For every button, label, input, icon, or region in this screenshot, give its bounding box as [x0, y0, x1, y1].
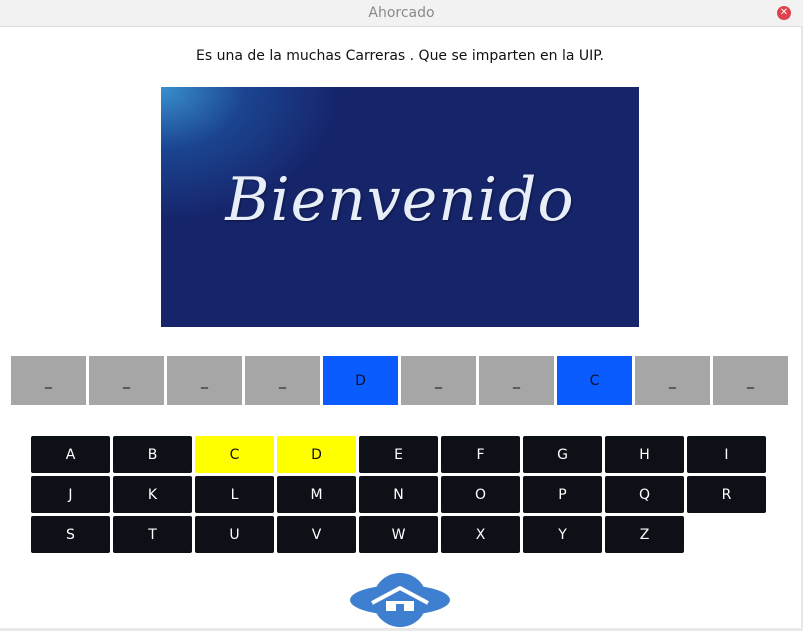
key-o[interactable]: O — [441, 476, 520, 513]
key-y[interactable]: Y — [523, 516, 602, 553]
key-g[interactable]: G — [523, 436, 602, 473]
key-c[interactable]: C — [195, 436, 274, 473]
banner-text: Bienvenido — [225, 165, 575, 235]
word-slot: D — [323, 356, 398, 405]
title-bar: Ahorcado ✕ — [0, 0, 803, 27]
key-z[interactable]: Z — [605, 516, 684, 553]
key-r[interactable]: R — [687, 476, 766, 513]
word-slot: _ — [11, 356, 86, 405]
word-slot: _ — [167, 356, 242, 405]
word-slot: _ — [635, 356, 710, 405]
key-v[interactable]: V — [277, 516, 356, 553]
key-n[interactable]: N — [359, 476, 438, 513]
window-title: Ahorcado — [368, 5, 435, 21]
key-q[interactable]: Q — [605, 476, 684, 513]
key-f[interactable]: F — [441, 436, 520, 473]
key-k[interactable]: K — [113, 476, 192, 513]
key-t[interactable]: T — [113, 516, 192, 553]
word-slot: C — [557, 356, 632, 405]
key-h[interactable]: H — [605, 436, 684, 473]
welcome-banner: Bienvenido — [161, 87, 639, 327]
word-slot: _ — [479, 356, 554, 405]
word-slot: _ — [401, 356, 476, 405]
key-d[interactable]: D — [277, 436, 356, 473]
word-slot: _ — [89, 356, 164, 405]
word-slot: _ — [713, 356, 788, 405]
word-slot: _ — [245, 356, 320, 405]
home-icon — [350, 573, 450, 627]
key-b[interactable]: B — [113, 436, 192, 473]
key-u[interactable]: U — [195, 516, 274, 553]
home-button[interactable] — [350, 573, 450, 628]
close-button[interactable]: ✕ — [777, 6, 791, 20]
key-j[interactable]: J — [31, 476, 110, 513]
key-m[interactable]: M — [277, 476, 356, 513]
key-a[interactable]: A — [31, 436, 110, 473]
key-e[interactable]: E — [359, 436, 438, 473]
key-p[interactable]: P — [523, 476, 602, 513]
key-i[interactable]: I — [687, 436, 766, 473]
question-text: Es una de la muchas Carreras . Que se im… — [196, 48, 604, 64]
close-icon: ✕ — [779, 7, 789, 18]
key-x[interactable]: X — [441, 516, 520, 553]
key-w[interactable]: W — [359, 516, 438, 553]
key-s[interactable]: S — [31, 516, 110, 553]
key-l[interactable]: L — [195, 476, 274, 513]
